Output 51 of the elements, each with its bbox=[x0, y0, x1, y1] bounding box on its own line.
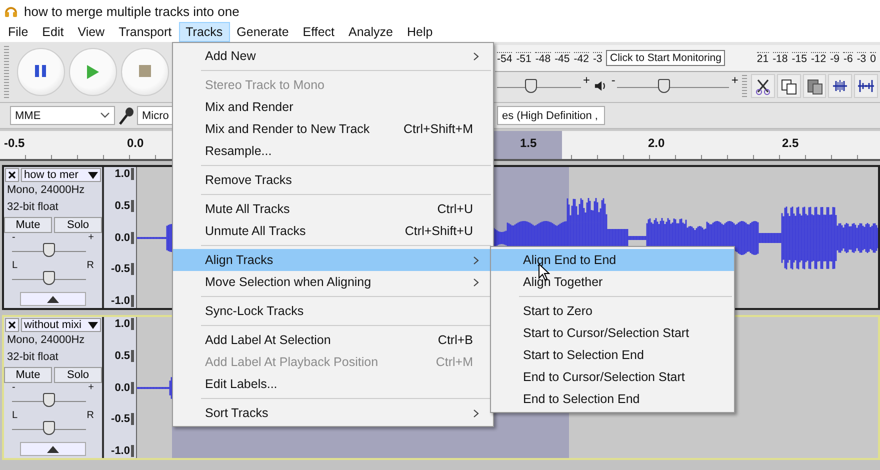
tooltip: Click to Start Monitoring bbox=[606, 50, 726, 66]
scale-label: 1.0 bbox=[114, 318, 134, 330]
ruler-label: 2.0 bbox=[648, 136, 665, 150]
slider-min-label: L bbox=[12, 261, 18, 271]
window-title: how to merge multiple tracks into one bbox=[24, 4, 240, 18]
shortcut-label: Ctrl+Shift+U bbox=[404, 224, 474, 238]
scale-label: 0.5 bbox=[114, 350, 134, 362]
slider-max-label: R bbox=[86, 261, 94, 271]
meter-tick: -9 bbox=[830, 52, 840, 64]
shortcut-label: Ctrl+Shift+M bbox=[404, 122, 474, 136]
meter-tick: 0 bbox=[870, 52, 876, 64]
scale-label: 0.0 bbox=[114, 382, 134, 394]
slider-max-label: + bbox=[88, 233, 94, 243]
slider-min-label: L bbox=[12, 411, 18, 421]
meter-tick: -54 bbox=[497, 52, 512, 64]
track-sample-format: 32-bit float bbox=[6, 350, 60, 365]
shortcut-label: Ctrl+U bbox=[437, 202, 474, 216]
scale-label: -1.0 bbox=[111, 295, 134, 307]
meter-tick: -15 bbox=[792, 52, 807, 64]
meter-tick: -3 bbox=[856, 52, 866, 64]
scale-label: -0.5 bbox=[111, 413, 134, 426]
track-sample-format: 32-bit float bbox=[6, 200, 60, 215]
ruler-label: 1.5 bbox=[520, 136, 537, 150]
track-format: Mono, 24000Hz bbox=[6, 333, 86, 348]
meter-tick: -51 bbox=[516, 52, 532, 64]
meter-tick: 21 bbox=[756, 52, 769, 64]
meter-tick: -12 bbox=[810, 52, 826, 64]
slider-min-label: - bbox=[12, 383, 16, 393]
scale-label: -0.5 bbox=[111, 263, 134, 276]
meter-tick: -18 bbox=[772, 52, 788, 64]
shortcut-label: Ctrl+M bbox=[436, 355, 474, 369]
slider-max-label: R bbox=[86, 411, 94, 421]
slider-min-label: - bbox=[611, 75, 616, 85]
scale-label: 1.0 bbox=[114, 168, 134, 180]
meter-tick: -45 bbox=[554, 52, 570, 64]
ruler-label: -0.5 bbox=[4, 136, 25, 150]
meter-tick: -48 bbox=[535, 52, 551, 64]
slider-max-label: + bbox=[88, 383, 94, 393]
scale-label: 0.0 bbox=[114, 232, 134, 244]
slider-max-label: + bbox=[731, 75, 738, 85]
track-format: Mono, 24000Hz bbox=[6, 183, 86, 198]
shortcut-label: Ctrl+B bbox=[438, 333, 474, 347]
ruler-label: 2.5 bbox=[782, 136, 799, 150]
slider-max-label: + bbox=[583, 75, 590, 85]
ruler-label: 0.0 bbox=[127, 136, 144, 150]
meter-tick: -42 bbox=[574, 52, 589, 64]
slider-min-label: - bbox=[12, 233, 16, 243]
scale-label: 0.5 bbox=[114, 200, 134, 212]
scale-label: -1.0 bbox=[111, 445, 134, 457]
meter-tick: -6 bbox=[843, 52, 853, 64]
meter-tick: -3 bbox=[592, 52, 602, 64]
